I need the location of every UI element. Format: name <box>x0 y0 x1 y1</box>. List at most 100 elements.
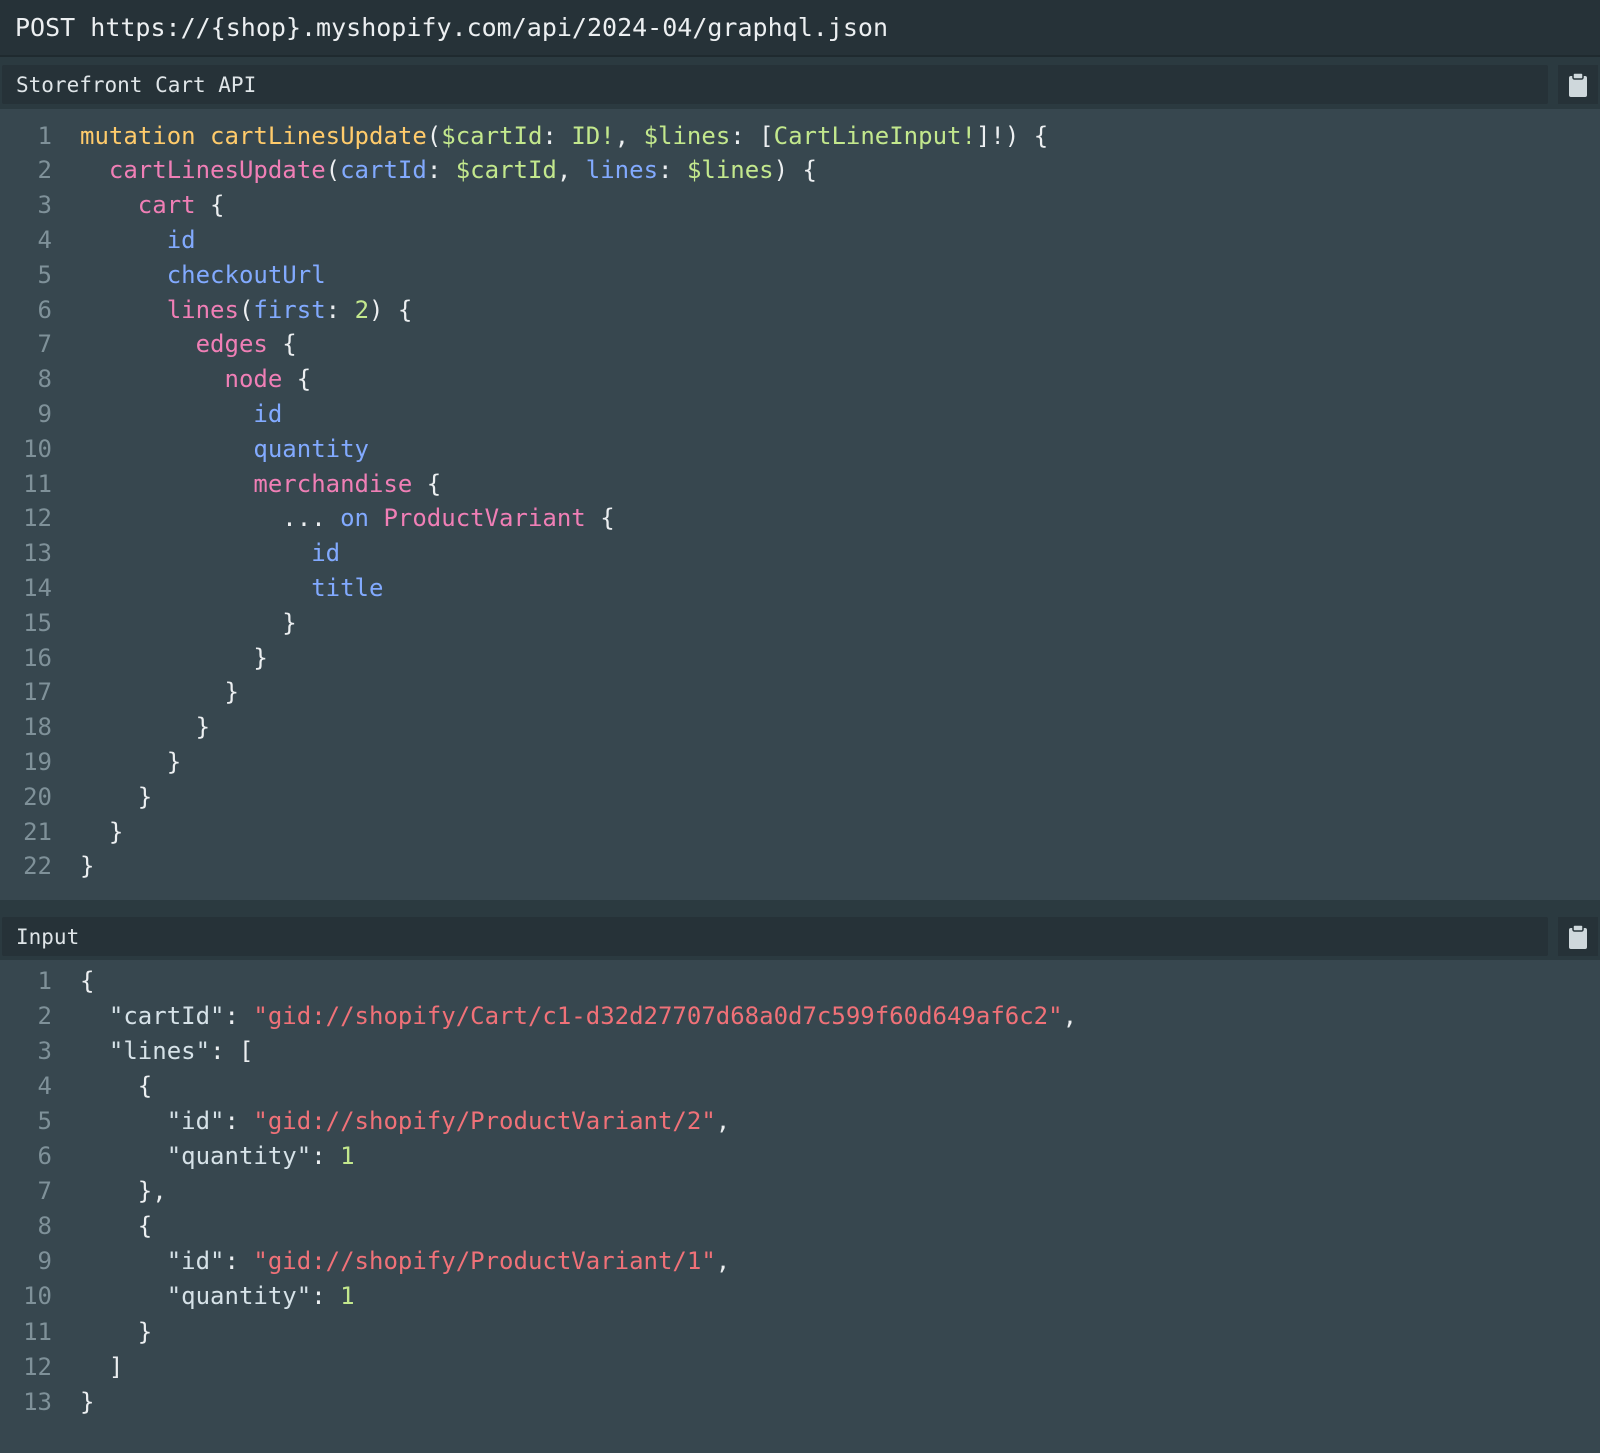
line-number: 1 <box>37 966 52 995</box>
code-token: : <box>325 295 355 324</box>
code-token: : <box>658 156 687 185</box>
code-token: cartLinesUpdate <box>108 156 326 185</box>
code-token: { <box>267 330 297 359</box>
line-number: 20 <box>23 782 52 811</box>
code-token: : <box>542 121 572 150</box>
code-line: 16 } <box>0 640 1600 675</box>
code-token: : [ <box>730 121 774 150</box>
code-token: mutation <box>80 121 211 150</box>
code-token: : <box>426 156 456 185</box>
code-line: 12 ] <box>0 1349 1600 1384</box>
line-number: 18 <box>23 713 52 742</box>
line-number: 22 <box>23 852 52 881</box>
code-token: lines <box>585 156 659 185</box>
line-number: 2 <box>37 1001 52 1030</box>
code-line: 10 quantity <box>0 431 1600 466</box>
code-text: id <box>80 539 340 567</box>
input-code-block[interactable]: 1{2 "cartId": "gid://shopify/Cart/c1-d32… <box>0 960 1600 1453</box>
code-text: }, <box>80 1177 167 1205</box>
code-token: merchandise <box>253 469 413 498</box>
code-token: , <box>556 156 586 185</box>
code-token: "gid://shopify/ProductVariant/1" <box>253 1247 716 1276</box>
line-number: 8 <box>37 365 52 394</box>
code-text: "id": "gid://shopify/ProductVariant/1", <box>80 1247 731 1276</box>
line-number: 1 <box>37 121 52 150</box>
request-url[interactable]: https://{shop}.myshopify.com/api/2024-04… <box>90 13 888 42</box>
code-text: } <box>80 818 123 846</box>
line-number: 6 <box>37 295 52 324</box>
line-number: 19 <box>23 747 52 776</box>
code-text: } <box>80 644 267 672</box>
code-token: { <box>80 1071 153 1100</box>
code-text: quantity <box>80 435 369 463</box>
code-text: } <box>80 748 181 776</box>
line-number: 2 <box>37 156 52 185</box>
code-token: cartLinesUpdate <box>210 121 427 150</box>
clipboard-icon <box>1569 923 1587 949</box>
code-line: 1 mutation cartLinesUpdate($cartId: ID!, … <box>0 118 1600 153</box>
code-token: } <box>80 782 153 811</box>
line-number: 16 <box>23 643 52 672</box>
copy-query-button[interactable] <box>1558 65 1598 104</box>
code-token: ) { <box>773 156 817 185</box>
code-token: on <box>340 504 384 533</box>
code-token: } <box>80 1387 95 1416</box>
copy-input-button[interactable] <box>1558 917 1598 956</box>
code-token: 1 <box>340 1282 355 1311</box>
code-token: 2 <box>354 295 370 324</box>
code-line: 17 } <box>0 675 1600 710</box>
code-token: first <box>253 295 326 324</box>
code-token: id <box>166 225 196 254</box>
line-number: 11 <box>23 469 52 498</box>
code-text: cart { <box>80 191 225 219</box>
line-number: 13 <box>23 539 52 568</box>
code-token: : <box>311 1282 341 1311</box>
code-line: 2 cartLinesUpdate(cartId: $cartId, lines… <box>0 153 1600 188</box>
line-number: 8 <box>37 1212 52 1241</box>
code-token: "quantity" <box>166 1142 312 1170</box>
code-text: } <box>80 783 152 811</box>
line-number: 10 <box>23 434 52 463</box>
code-token: $cartId <box>441 121 543 150</box>
code-token: ( <box>325 156 341 185</box>
code-token: { <box>80 1212 153 1241</box>
code-text: merchandise { <box>80 470 441 498</box>
code-token: "id" <box>166 1106 225 1135</box>
line-number: 3 <box>37 1036 52 1065</box>
code-token: } <box>80 852 95 881</box>
line-number: 5 <box>37 260 52 289</box>
code-text: mutation cartLinesUpdate($cartId: ID!, $… <box>80 122 1048 150</box>
line-number: 21 <box>23 817 52 846</box>
code-token: id <box>253 399 283 428</box>
code-text: { <box>80 1212 152 1240</box>
code-text: node { <box>80 365 312 394</box>
code-token: title <box>311 573 384 602</box>
code-line: 20 } <box>0 779 1600 814</box>
line-number: 14 <box>23 573 52 602</box>
code-token: , <box>715 1106 731 1135</box>
code-token: id <box>311 539 341 568</box>
code-token: : <box>224 1001 254 1030</box>
input-panel-title: Input <box>16 924 80 949</box>
code-line: 11 } <box>0 1314 1600 1349</box>
code-token: : <box>224 1247 254 1276</box>
code-text: checkoutUrl <box>80 261 326 289</box>
code-text: cartLinesUpdate(cartId: $cartId, lines: … <box>80 156 817 184</box>
code-token: { <box>585 504 615 533</box>
api-example-frame: POST https://{shop}.myshopify.com/api/20… <box>0 0 1600 1453</box>
code-text: } <box>80 1318 152 1346</box>
code-line: 11 merchandise { <box>0 466 1600 501</box>
code-line: 7 edges { <box>0 327 1600 362</box>
query-code-block[interactable]: 1 mutation cartLinesUpdate($cartId: ID!, … <box>0 109 1600 900</box>
line-number: 7 <box>37 330 52 359</box>
code-token: } <box>80 713 211 742</box>
code-token: { <box>282 365 312 394</box>
